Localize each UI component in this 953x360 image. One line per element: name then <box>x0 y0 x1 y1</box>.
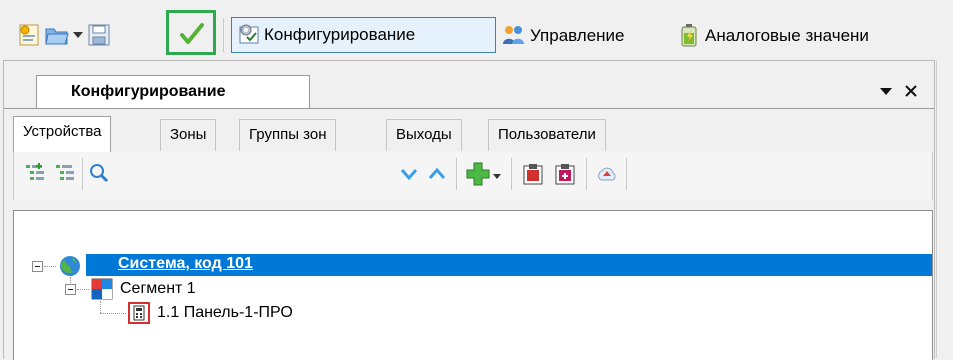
configuration-mode-label: Конфигурирование <box>264 25 416 44</box>
tree-connector <box>100 301 102 313</box>
new-config-icon[interactable] <box>16 22 42 48</box>
tree-row-selection[interactable]: Система, код 101 <box>86 254 932 276</box>
management-icon[interactable] <box>502 22 526 48</box>
checkmark-icon <box>180 23 204 44</box>
toolbar-separator <box>82 158 83 190</box>
toolbar-separator <box>511 158 512 190</box>
open-folder-icon[interactable] <box>44 22 70 48</box>
management-button[interactable]: Управление <box>530 22 625 50</box>
move-down-icon[interactable] <box>399 164 419 184</box>
tab-users[interactable]: Пользователи <box>488 119 606 151</box>
panel-device-icon <box>128 302 150 324</box>
document-tab-title: Конфигурирование <box>71 83 226 100</box>
tab-devices-label: Устройства <box>23 123 102 140</box>
toolbar-separator <box>626 158 627 190</box>
cloud-upload-icon[interactable] <box>595 162 619 186</box>
tree-connector <box>70 277 72 283</box>
tree-panel-label[interactable]: 1.1 Панель-1-ПРО <box>157 304 293 322</box>
panel-menu-arrow-icon[interactable] <box>880 88 892 95</box>
root-collapse-toggle[interactable] <box>32 261 43 272</box>
segment-collapse-toggle[interactable] <box>65 284 76 295</box>
toolbar-separator <box>223 18 224 52</box>
toolbar-separator <box>586 158 587 190</box>
tab-strip-divider <box>4 108 934 109</box>
toolbar-separator <box>456 158 457 190</box>
tree-connector <box>77 289 89 291</box>
device-tree: Система, код 101 Сегмент 1 1.1 Панель-1-… <box>13 210 933 360</box>
tree-connector <box>100 313 126 315</box>
battery-icon[interactable] <box>678 22 700 48</box>
tab-zone-groups-label: Группы зон <box>249 126 327 143</box>
move-up-icon[interactable] <box>427 164 447 184</box>
expand-all-icon[interactable] <box>24 162 46 184</box>
main-toolbar: Конфигурирование Управление Аналоговые з… <box>0 0 953 60</box>
tab-zones[interactable]: Зоны <box>160 119 217 151</box>
apply-button[interactable] <box>166 10 216 55</box>
add-dropdown-arrow-icon[interactable] <box>493 174 501 179</box>
tree-segment-label[interactable]: Сегмент 1 <box>120 280 196 298</box>
copy-device-icon[interactable] <box>521 161 547 187</box>
tab-zone-groups[interactable]: Группы зон <box>239 119 337 151</box>
panel-close-icon[interactable] <box>903 83 919 99</box>
right-edge-panel <box>936 60 953 358</box>
devices-toolbar <box>13 152 933 200</box>
analog-values-button[interactable]: Аналоговые значени <box>705 22 869 50</box>
globe-icon <box>60 256 80 276</box>
tab-outputs-label: Выходы <box>396 126 452 143</box>
tab-users-label: Пользователи <box>498 126 596 143</box>
tab-zones-label: Зоны <box>170 126 207 143</box>
search-icon[interactable] <box>88 162 110 184</box>
document-tab-configuration[interactable]: Конфигурирование <box>36 75 310 108</box>
save-icon[interactable] <box>87 22 111 48</box>
tab-outputs[interactable]: Выходы <box>386 119 462 151</box>
configuration-mode-button[interactable]: Конфигурирование <box>231 17 496 53</box>
segment-icon <box>91 278 113 300</box>
tree-connector <box>44 266 56 268</box>
collapse-all-icon[interactable] <box>54 162 76 184</box>
tab-devices[interactable]: Устройства <box>13 116 112 152</box>
configuration-icon <box>239 24 259 44</box>
tree-root-label[interactable]: Система, код 101 <box>118 255 253 273</box>
open-dropdown-arrow-icon[interactable] <box>73 32 83 38</box>
paste-device-icon[interactable] <box>553 161 579 187</box>
add-device-icon[interactable] <box>465 161 491 187</box>
configuration-panel: Конфигурирование Устройства Зоны Группы … <box>3 60 935 360</box>
